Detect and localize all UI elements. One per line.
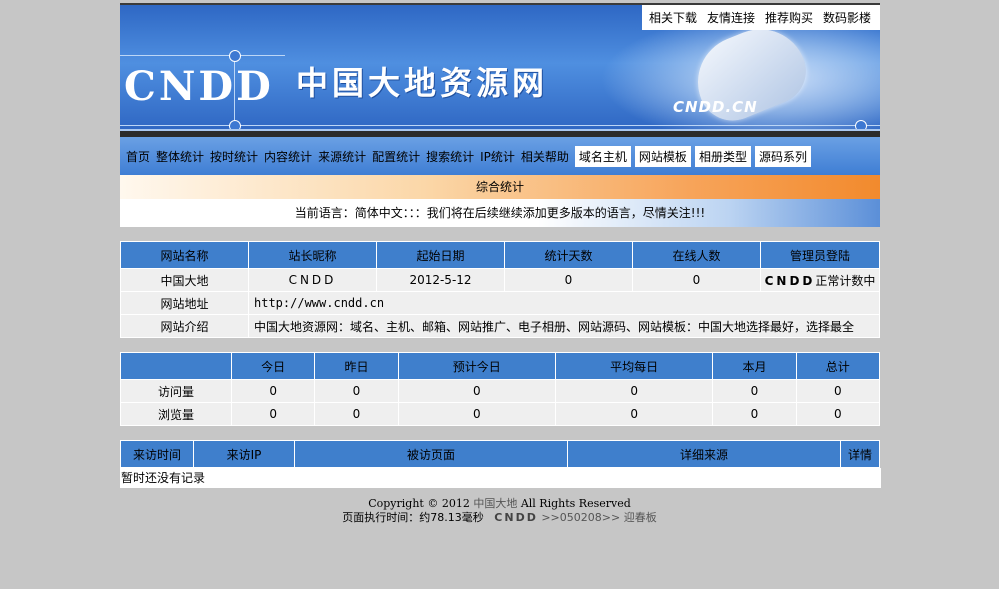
col-days: 统计天数 — [504, 241, 633, 269]
site-title: 中国大地资源网 — [296, 64, 549, 102]
owner-value: CNDD — [248, 268, 377, 292]
exec-time: 页面执行时间：约78.13毫秒 — [342, 511, 484, 524]
cell: 0 — [314, 379, 399, 403]
top-link-downloads[interactable]: 相关下载 — [649, 9, 697, 26]
cell: 0 — [712, 402, 797, 426]
row-label-pageviews: 浏览量 — [120, 402, 232, 426]
url-value[interactable]: http://www.cndd.cn — [248, 291, 880, 315]
col-site-name: 网站名称 — [120, 241, 249, 269]
col-visit-time: 来访时间 — [120, 440, 194, 468]
cell: 0 — [554, 379, 714, 403]
top-link-digital[interactable]: 数码影楼 — [823, 9, 871, 26]
table-row: 网站介绍 中国大地资源网：域名、主机、邮箱、网站推广、电子相册、网站源码、网站模… — [120, 314, 880, 338]
col-visited-page: 被访页面 — [294, 440, 568, 468]
footer-template[interactable]: 迎春板 — [624, 511, 657, 524]
nav-ip[interactable]: IP统计 — [480, 148, 515, 165]
nav-search[interactable]: 搜索统计 — [426, 148, 474, 165]
nav-home[interactable]: 首页 — [126, 148, 150, 165]
cell: 0 — [795, 402, 881, 426]
footer: Copyright © 2012 中国大地 All Rights Reserve… — [0, 497, 999, 525]
table-row: 中国大地 CNDD 2012-5-12 0 0 CNDD正常计数中 — [120, 268, 880, 292]
nav-config[interactable]: 配置统计 — [372, 148, 420, 165]
col-average: 平均每日 — [554, 352, 714, 380]
copyright-post: All Rights Reserved — [520, 497, 631, 510]
online-value: 0 — [632, 268, 761, 292]
nav-help[interactable]: 相关帮助 — [521, 148, 569, 165]
sub-logo: CNDD.CN — [673, 98, 758, 116]
cell: 0 — [314, 402, 399, 426]
footer-version: >>050208>> — [541, 511, 621, 524]
site-name-value: 中国大地 — [120, 268, 249, 292]
nav-site-template[interactable]: 网站模板 — [634, 145, 691, 167]
language-notice: 当前语言：简体中文：：：我们将在后续继续添加更多版本的语言，尽情关注!!! — [120, 199, 880, 227]
admin-login-link[interactable]: 管理员登陆 — [760, 241, 880, 269]
banner: CNDD 中国大地资源网 CNDD.CN 相关下载 友情连接 推荐购买 数码影楼 — [120, 3, 880, 137]
nav-overall[interactable]: 整体统计 — [156, 148, 204, 165]
intro-label: 网站介绍 — [120, 314, 249, 338]
page-container: CNDD 中国大地资源网 CNDD.CN 相关下载 友情连接 推荐购买 数码影楼… — [120, 3, 881, 488]
status-brand: CNDD — [764, 273, 816, 288]
nav-domain-host[interactable]: 域名主机 — [574, 145, 631, 167]
section-title: 综合统计 — [120, 175, 880, 199]
nav-source[interactable]: 来源统计 — [318, 148, 366, 165]
site-info-table: 网站名称 站长昵称 起始日期 统计天数 在线人数 管理员登陆 中国大地 CNDD… — [120, 241, 880, 338]
stats-table: 今日 昨日 预计今日 平均每日 本月 总计 访问量 0 0 0 0 0 0 浏览… — [120, 352, 881, 426]
nav-content[interactable]: 内容统计 — [264, 148, 312, 165]
table-header-row: 来访时间 来访IP 被访页面 详细来源 详情 — [120, 440, 880, 468]
cell: 0 — [397, 402, 556, 426]
top-links: 相关下载 友情连接 推荐购买 数码影楼 — [641, 5, 880, 30]
status-text: 正常计数中 — [815, 273, 876, 288]
cell: 0 — [554, 402, 714, 426]
col-forecast: 预计今日 — [397, 352, 556, 380]
col-visit-ip: 来访IP — [193, 440, 295, 468]
col-blank — [120, 352, 232, 380]
table-header-row: 今日 昨日 预计今日 平均每日 本月 总计 — [120, 352, 881, 380]
cell: 0 — [230, 379, 316, 403]
table-row: 访问量 0 0 0 0 0 0 — [120, 379, 881, 403]
col-today: 今日 — [230, 352, 316, 380]
banner-bottom-bar — [120, 131, 880, 137]
copyright-link[interactable]: 中国大地 — [473, 497, 517, 510]
cell: 0 — [397, 379, 556, 403]
count-status: CNDD正常计数中 — [760, 268, 880, 292]
col-source-detail: 详细来源 — [567, 440, 841, 468]
intro-value: 中国大地资源网：域名、主机、邮箱、网站推广、电子相册、网站源码、网站模板：中国大… — [248, 314, 880, 338]
cell: 0 — [712, 379, 797, 403]
nav-album-type[interactable]: 相册类型 — [694, 145, 751, 167]
cell: 0 — [230, 402, 316, 426]
top-link-recommend[interactable]: 推荐购买 — [765, 9, 813, 26]
table-row: 浏览量 0 0 0 0 0 0 — [120, 402, 881, 426]
col-online: 在线人数 — [632, 241, 761, 269]
col-total: 总计 — [795, 352, 881, 380]
col-yesterday: 昨日 — [314, 352, 399, 380]
banner-dot — [229, 50, 241, 62]
nav-by-time[interactable]: 按时统计 — [210, 148, 258, 165]
top-link-friends[interactable]: 友情连接 — [707, 9, 755, 26]
col-owner: 站长昵称 — [248, 241, 377, 269]
table-row: 网站地址 http://www.cndd.cn — [120, 291, 880, 315]
row-label-visits: 访问量 — [120, 379, 232, 403]
banner-line-upper — [120, 55, 285, 56]
copyright: Copyright © 2012 中国大地 All Rights Reserve… — [0, 497, 999, 511]
exec-info: 页面执行时间：约78.13毫秒 CNDD >>050208>> 迎春板 — [0, 511, 999, 525]
col-start-date: 起始日期 — [376, 241, 505, 269]
url-label: 网站地址 — [120, 291, 249, 315]
col-month: 本月 — [712, 352, 797, 380]
visits-table: 来访时间 来访IP 被访页面 详细来源 详情 — [120, 440, 880, 468]
start-date-value: 2012-5-12 — [376, 268, 505, 292]
empty-records: 暂时还没有记录 — [120, 468, 881, 488]
footer-brand[interactable]: CNDD — [494, 511, 538, 524]
logo-cndd: CNDD — [124, 63, 274, 110]
nav-source-code[interactable]: 源码系列 — [754, 145, 811, 167]
col-detail: 详情 — [840, 440, 880, 468]
table-header-row: 网站名称 站长昵称 起始日期 统计天数 在线人数 管理员登陆 — [120, 241, 880, 269]
main-nav: 首页 整体统计 按时统计 内容统计 来源统计 配置统计 搜索统计 IP统计 相关… — [120, 137, 880, 175]
days-value: 0 — [504, 268, 633, 292]
copyright-pre: Copyright © 2012 — [368, 497, 470, 510]
cell: 0 — [795, 379, 881, 403]
